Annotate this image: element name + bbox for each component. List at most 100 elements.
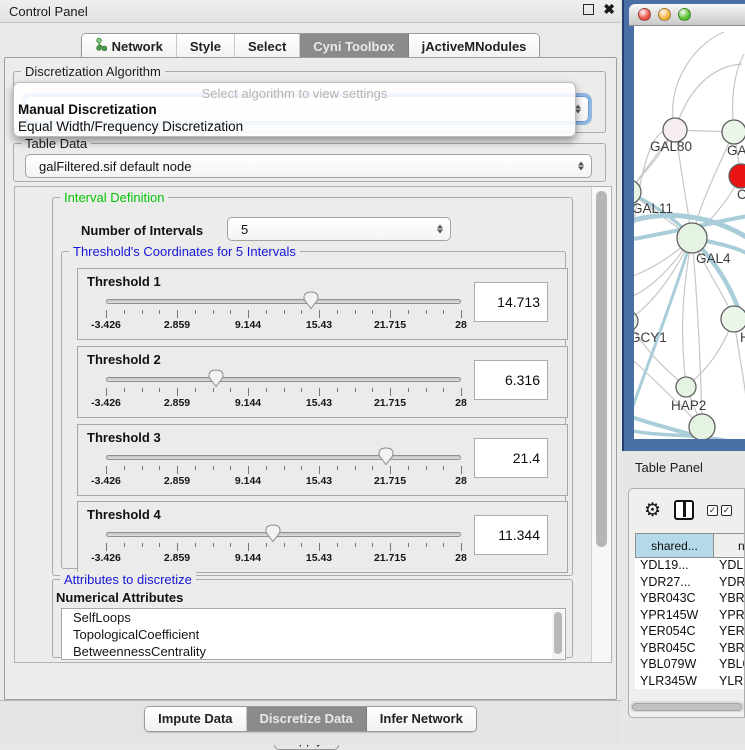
threshold-value-field[interactable]: 11.344: [474, 515, 548, 555]
tab-impute-data[interactable]: Impute Data: [145, 707, 246, 731]
attributes-scrollbar-thumb[interactable]: [554, 612, 562, 654]
algorithm-hint: Select algorithm to view settings: [14, 83, 575, 101]
network-node[interactable]: [689, 414, 715, 439]
tab-discretize-data[interactable]: Discretize Data: [247, 707, 367, 731]
table-data-select[interactable]: galFiltered.sif default node: [25, 154, 592, 178]
tab-label: Select: [248, 39, 286, 54]
table-hscrollbar-thumb[interactable]: [632, 703, 742, 711]
table-cell: YDL19...: [635, 558, 714, 575]
tab-jactivemnodules[interactable]: jActiveMNodules: [409, 34, 540, 59]
network-node-c[interactable]: [729, 164, 745, 188]
table-cell: YLR345W: [635, 674, 714, 690]
threshold-slider-thumb[interactable]: [378, 447, 394, 466]
mac-minimize-button[interactable]: [658, 8, 671, 21]
interval-definition-group-title: Interval Definition: [60, 190, 168, 205]
settings-scrollbar-thumb[interactable]: [596, 191, 607, 547]
table-panel-title: Table Panel: [635, 460, 703, 475]
table-data-selected-value: galFiltered.sif default node: [39, 159, 191, 174]
mac-zoom-button[interactable]: [678, 8, 691, 21]
table-row[interactable]: YBR045CYBR0: [635, 641, 745, 658]
numerical-attributes-list[interactable]: SelfLoopsTopologicalCoefficientBetweenne…: [61, 608, 566, 660]
threshold-slider-track[interactable]: [106, 532, 461, 537]
tick-label: 2.859: [164, 475, 190, 487]
tab-infer-network[interactable]: Infer Network: [367, 707, 476, 731]
slider-tick-labels: -3.4262.8599.14415.4321.71528: [106, 319, 461, 331]
network-node-gal4[interactable]: [677, 223, 707, 253]
close-icon[interactable]: ✖: [603, 4, 615, 15]
algorithm-option-equal-width-frequency-discretization[interactable]: Equal Width/Frequency Discretization: [14, 118, 575, 135]
tick-label: -3.426: [91, 552, 121, 564]
gear-icon[interactable]: ⚙: [644, 501, 661, 520]
column-header-shared-[interactable]: shared...: [635, 533, 714, 558]
combo-stepper-icon: [437, 225, 443, 234]
table-row[interactable]: YBL079WYBL0: [635, 657, 745, 674]
table-hscrollbar[interactable]: [630, 701, 745, 712]
algorithm-option-manual-discretization[interactable]: Manual Discretization: [14, 101, 575, 118]
attribute-item-betweennesscentrality[interactable]: BetweennessCentrality: [62, 643, 565, 660]
threshold-slider-track[interactable]: [106, 377, 461, 382]
network-view-window[interactable]: GAL80GACGAL11GAL4GCY1HHAP2: [622, 0, 745, 451]
table-rows: YDL19...YDL1YDR27...YDR2YBR043CYBR0YPR14…: [635, 558, 745, 689]
threshold-slider-track[interactable]: [106, 455, 461, 460]
tick-label: 2.859: [164, 397, 190, 409]
column-header-n[interactable]: n: [714, 533, 745, 558]
settings-scrollbar[interactable]: [591, 187, 611, 662]
threshold-slider-thumb[interactable]: [265, 524, 281, 543]
network-canvas[interactable]: GAL80GACGAL11GAL4GCY1HHAP2: [634, 26, 745, 439]
table-cell: YER0: [714, 624, 745, 641]
tick-label: -3.426: [91, 475, 121, 487]
table-cell: YPR145W: [635, 608, 714, 625]
tab-select[interactable]: Select: [235, 34, 300, 59]
table-cell: YER054C: [635, 624, 714, 641]
top-tab-row: NetworkStyle Select Cyni Toolbox jActiveMNo…: [0, 33, 621, 60]
tab-cyni-toolbox[interactable]: Cyni Toolbox: [300, 34, 408, 59]
checkbox-icon[interactable]: ✓: [721, 505, 732, 516]
table-row[interactable]: YER054CYER0: [635, 624, 745, 641]
table-row[interactable]: YLR345WYLR3: [635, 674, 745, 690]
tab-label: Cyni Toolbox: [313, 39, 394, 54]
threshold-label: Threshold 3: [87, 430, 161, 445]
tab-network[interactable]: Network: [82, 34, 177, 59]
numerical-attributes-label: Numerical Attributes: [56, 590, 183, 605]
tick-label: 28: [455, 319, 467, 331]
tab-label: Impute Data: [158, 711, 232, 726]
table-row[interactable]: YDL19...YDL1: [635, 558, 745, 575]
network-node-hap2[interactable]: [676, 377, 696, 397]
threshold-panel-4: Threshold 4-3.4262.8599.14415.4321.71528…: [77, 501, 568, 573]
tab-style[interactable]: Style: [177, 34, 235, 59]
float-window-icon[interactable]: [583, 4, 594, 15]
slider-tick-labels: -3.4262.8599.14415.4321.71528: [106, 475, 461, 487]
network-window-titlebar[interactable]: [629, 4, 745, 26]
table-row[interactable]: YDR27...YDR2: [635, 575, 745, 592]
threshold-value-field[interactable]: 14.713: [474, 282, 548, 322]
table-cell: YDL1: [714, 558, 745, 575]
threshold-value-field[interactable]: 6.316: [474, 360, 548, 400]
slider-ticks: [106, 543, 461, 551]
table-cell: YBL0: [714, 657, 745, 674]
control-panel-body: Discretization Algorithm Table Data galF…: [4, 57, 617, 700]
tick-label: 2.859: [164, 552, 190, 564]
threshold-slider-track[interactable]: [106, 299, 461, 304]
tick-label: 21.715: [374, 552, 406, 564]
attribute-item-topologicalcoefficient[interactable]: TopologicalCoefficient: [62, 626, 565, 643]
threshold-slider-thumb[interactable]: [303, 291, 319, 310]
network-node-label: GA: [727, 143, 745, 158]
network-node-h[interactable]: [721, 306, 745, 332]
tick-label: 9.144: [235, 319, 261, 331]
number-of-intervals-select[interactable]: 5: [227, 217, 451, 241]
attributes-scrollbar[interactable]: [552, 610, 564, 660]
table-cell: YDR2: [714, 575, 745, 592]
tab-label: Infer Network: [380, 711, 463, 726]
thresholds-group: Threshold's Coordinates for 5 Intervals …: [61, 251, 566, 569]
threshold-value-field[interactable]: 21.4: [474, 438, 548, 478]
network-node-ga[interactable]: [722, 120, 745, 144]
mac-close-button[interactable]: [638, 8, 651, 21]
table-row[interactable]: YPR145WYPR1: [635, 608, 745, 625]
columns-icon[interactable]: [674, 500, 694, 520]
control-panel: Control Panel ✖ NetworkStyle Select Cyni T…: [0, 0, 621, 745]
threshold-slider-thumb[interactable]: [208, 369, 224, 388]
panel-title: Control Panel: [0, 4, 88, 19]
checkbox-icon[interactable]: ✓: [707, 505, 718, 516]
table-row[interactable]: YBR043CYBR0: [635, 591, 745, 608]
attribute-item-selfloops[interactable]: SelfLoops: [62, 609, 565, 626]
